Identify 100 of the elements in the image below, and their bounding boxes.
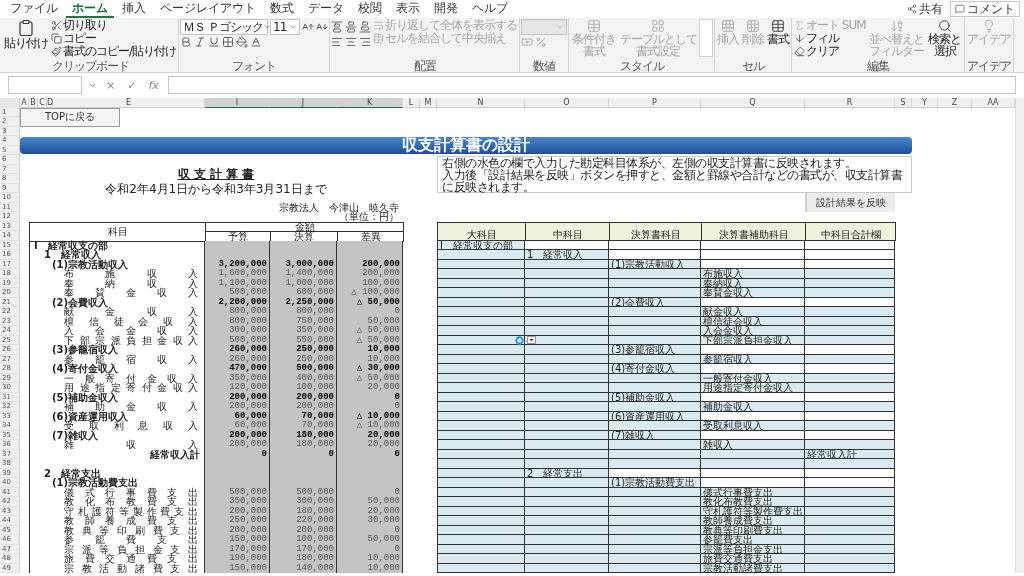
cancel-button[interactable]: × (103, 78, 119, 92)
align-top-icon[interactable] (331, 20, 344, 33)
table-cell: 用途指定寄付金収入 (701, 383, 805, 393)
column-header[interactable]: M (420, 97, 437, 108)
column-header[interactable]: I (205, 97, 270, 108)
ribbon-tab[interactable]: データ (302, 0, 350, 18)
clipboard-button[interactable]: 貼り付け (3, 19, 49, 49)
font-grow-icon[interactable] (302, 20, 315, 33)
insert-function-button[interactable]: fx (145, 78, 162, 92)
table-cell: △ 50,000 (337, 326, 403, 336)
column-header[interactable]: Q (701, 97, 805, 108)
table-cell: 1,600,000 (205, 269, 270, 279)
table-cell: (4)寄付金収入 (609, 364, 701, 374)
arrow-down-button[interactable]: フィル (793, 32, 867, 45)
table-cell: △ 100,000 (337, 288, 403, 298)
italic-icon[interactable] (194, 35, 207, 48)
column-header[interactable]: E (53, 97, 205, 108)
table-cell: 60,000 (205, 421, 270, 431)
table-cell: 350,000 (205, 497, 270, 507)
column-header[interactable]: R (805, 97, 895, 108)
table-cell: 20,000 (337, 506, 403, 517)
apply-button[interactable]: 設計結果を反映 (805, 193, 895, 213)
column-header[interactable]: S (895, 97, 912, 108)
column-header[interactable]: C (38, 97, 47, 108)
ribbon-tab[interactable]: 表示 (390, 0, 426, 18)
font-shrink-icon[interactable] (316, 20, 329, 33)
align-left-icon[interactable] (331, 35, 344, 48)
scissors-button[interactable]: 切り取り (50, 19, 178, 32)
table-cell: 10,000 (337, 354, 403, 365)
ribbon-tab[interactable]: 挿入 (116, 0, 152, 18)
table-header: 決算書補助科目 (701, 221, 806, 241)
column-header[interactable]: AA (972, 97, 1015, 108)
paintbrush-icon (51, 46, 62, 57)
underline-icon[interactable] (208, 35, 221, 48)
font-size-field[interactable]: 11 (270, 18, 301, 35)
table-cell: 旅費交通費支出 (701, 554, 805, 564)
align-middle-icon[interactable] (345, 20, 358, 33)
vertical-scrollbar[interactable] (1015, 97, 1024, 574)
ribbon-tab[interactable]: ファイル (4, 0, 64, 18)
number-format-field[interactable] (521, 18, 568, 35)
grid-icon (746, 19, 761, 33)
font-name-field[interactable]: ＭＳ Ｐゴシック (180, 18, 269, 35)
merge-cells-icon (373, 33, 385, 44)
table-cell: 200,000 (337, 259, 403, 270)
column-header[interactable]: J (270, 97, 337, 108)
border-icon[interactable] (222, 35, 235, 48)
column-header[interactable]: Z (938, 97, 972, 108)
organization-name: 宗教法人 今津山 暁久寺 (279, 202, 400, 213)
clipboard-icon (17, 19, 35, 37)
table-cell: 0 (337, 525, 403, 536)
table-cell: 150,000 (205, 563, 270, 574)
column-header[interactable]: K (337, 97, 403, 108)
font-color-icon[interactable] (250, 35, 263, 48)
eraser-button[interactable]: クリア (793, 45, 867, 58)
table-cell: 800,000 (270, 307, 337, 317)
ribbon-tab[interactable]: ページレイアウト (154, 0, 262, 18)
formula-field[interactable] (167, 76, 1016, 95)
ribbon-tab[interactable]: 校閲 (352, 0, 388, 18)
percent-icon[interactable] (535, 35, 548, 48)
table-cell: 10,000 (337, 554, 403, 564)
table-cell: 180,000 (270, 440, 337, 450)
table-button[interactable]: 書式 (766, 19, 791, 45)
align-bottom-icon[interactable] (359, 20, 372, 33)
table-cell: 50,000 (337, 316, 403, 327)
copy-button[interactable]: コピー (50, 32, 178, 45)
table-cell: 補助金収入 (701, 402, 805, 412)
ribbon-tab[interactable]: 数式 (264, 0, 300, 18)
table-cell: 布施収入 (701, 269, 805, 279)
group-label: クリップボード (50, 59, 130, 72)
ribbon-tab[interactable]: ヘルプ (466, 0, 514, 18)
table-header: 決算書科目 (609, 221, 702, 241)
column-header[interactable]: N (437, 97, 525, 108)
fill-color-icon[interactable] (236, 35, 249, 48)
table-cell: 50,000 (337, 535, 403, 545)
column-header[interactable]: O (525, 97, 609, 108)
dropdown-arrow-icon[interactable] (527, 336, 536, 345)
search-button[interactable]: 検索と選択 (926, 19, 963, 57)
align-right-icon[interactable] (359, 35, 372, 48)
column-header[interactable]: L (403, 97, 420, 108)
search-icon (937, 19, 952, 33)
table-cell: 1,400,000 (270, 269, 337, 279)
paintbrush-button[interactable]: 書式のコピー/貼り付け (50, 45, 178, 58)
comment-button[interactable]: コメント (950, 1, 1020, 17)
table-header: 中科目 (525, 221, 610, 241)
table-cell: 150,000 (205, 535, 270, 545)
table-cell: 200,000 (270, 402, 337, 412)
enter-button[interactable]: ✓ (124, 78, 140, 92)
table-cell: 宗教活動諸費支出 (701, 563, 805, 574)
table-cell: 20,000 (337, 430, 403, 441)
table-cell: △ 30,000 (337, 364, 403, 374)
align-center-icon[interactable] (345, 35, 358, 48)
column-header[interactable]: Y (912, 97, 938, 108)
bold-icon[interactable] (180, 35, 193, 48)
table-cell (205, 240, 270, 251)
table-cell: 20,000 (337, 383, 403, 393)
column-header[interactable]: P (609, 97, 701, 108)
group-label: 配置 (412, 59, 438, 72)
table-cell: (3)参籠宿収入 (609, 345, 701, 355)
ribbon-tab[interactable]: 開発 (428, 0, 464, 18)
table-cell: △ 10,000 (337, 421, 403, 431)
